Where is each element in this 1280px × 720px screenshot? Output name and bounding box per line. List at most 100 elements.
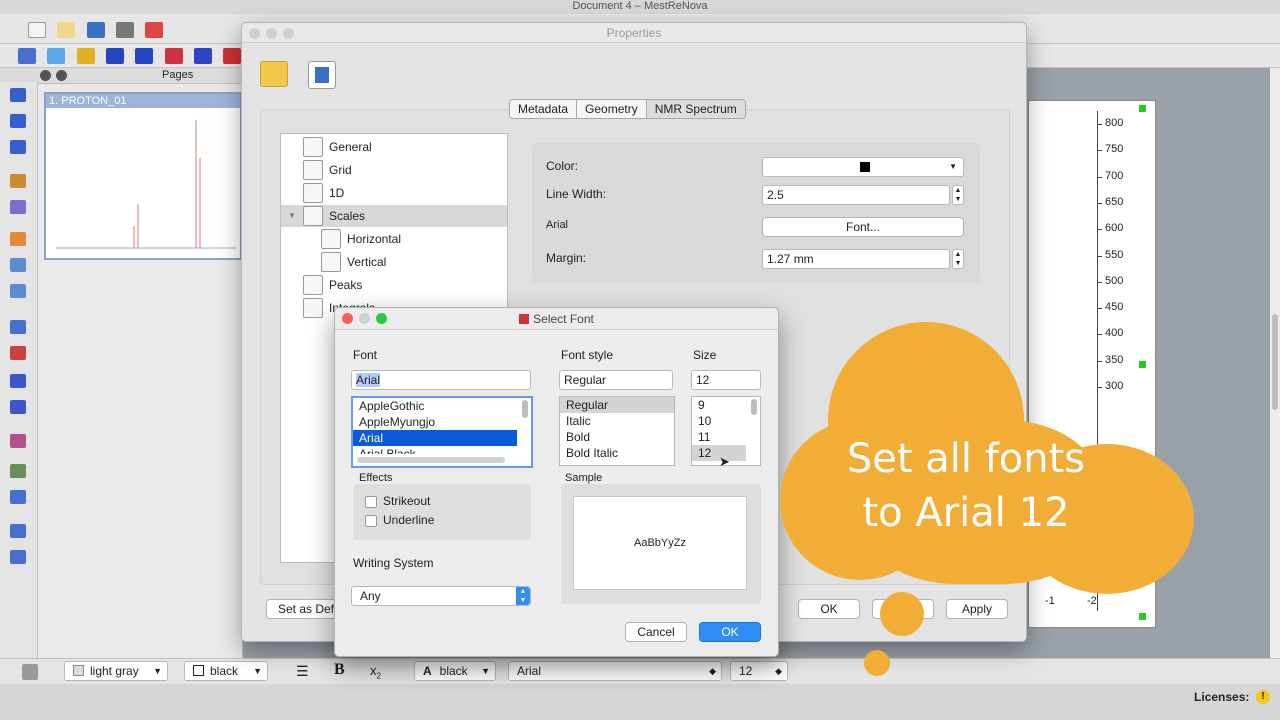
disclosure-triangle-icon[interactable]: ▼ xyxy=(281,205,303,227)
line-width-field[interactable]: 2.5 xyxy=(762,185,950,205)
ok-button[interactable]: OK xyxy=(699,622,761,642)
print-icon[interactable] xyxy=(116,22,135,38)
open-folder-icon[interactable] xyxy=(57,22,76,38)
line-color-select[interactable]: black ▼ xyxy=(184,661,268,681)
list-scrollbar-horizontal[interactable] xyxy=(357,457,505,463)
line-width-stepper[interactable]: ▲ ▼ xyxy=(952,185,964,205)
selection-handle[interactable] xyxy=(1139,105,1146,112)
zoom-window-icon[interactable] xyxy=(376,313,387,324)
chevron-updown-icon: ▲ ▼ xyxy=(516,587,530,605)
color-picker[interactable]: ▼ xyxy=(762,157,964,177)
zoom-window-icon[interactable] xyxy=(283,28,294,39)
warning-icon[interactable]: ! xyxy=(1256,690,1270,704)
chart-icon[interactable] xyxy=(10,232,26,246)
tree-item-scales[interactable]: ▼ Scales xyxy=(281,205,507,227)
spectrum-icon[interactable] xyxy=(10,258,26,272)
margin-field[interactable]: 1.27 mm xyxy=(762,249,950,269)
pointer-icon[interactable] xyxy=(106,48,125,64)
underline-checkbox[interactable] xyxy=(365,515,377,527)
tool-icon[interactable] xyxy=(10,464,26,478)
strikeout-checkbox[interactable] xyxy=(365,496,377,508)
tab-metadata[interactable]: Metadata xyxy=(510,100,578,118)
tree-item-vertical[interactable]: Vertical xyxy=(321,251,386,273)
selection-handle[interactable] xyxy=(1139,613,1146,620)
add-molecule-icon[interactable] xyxy=(223,48,242,64)
minimize-panel-icon[interactable] xyxy=(56,70,67,81)
pointer-tool-icon[interactable] xyxy=(22,664,38,680)
font-list-item[interactable]: Arial Black xyxy=(353,446,531,454)
font-style-item[interactable]: Bold xyxy=(560,429,674,445)
canvas-scrollbar[interactable] xyxy=(1270,68,1280,658)
peak-icon[interactable] xyxy=(10,284,26,298)
font-size-item[interactable]: 9 xyxy=(692,397,760,413)
stack-icon[interactable] xyxy=(10,320,26,334)
tree-item-1d[interactable]: 1D xyxy=(303,182,344,204)
minimize-window-icon[interactable] xyxy=(359,313,370,324)
font-list[interactable]: AppleGothic AppleMyungjo Arial Arial Bla… xyxy=(351,396,533,468)
close-window-icon[interactable] xyxy=(249,28,260,39)
font-style-item[interactable]: Bold Italic xyxy=(560,445,674,461)
tab-nmr-spectrum[interactable]: NMR Spectrum xyxy=(646,100,745,118)
layout-icon[interactable] xyxy=(10,114,26,128)
font-style-input[interactable]: Regular xyxy=(559,370,673,390)
font-size-select[interactable]: 12 ◆ xyxy=(730,661,788,681)
align-icon[interactable] xyxy=(10,140,26,154)
grid-icon[interactable] xyxy=(10,200,26,214)
font-list-item[interactable]: AppleGothic xyxy=(353,398,531,414)
minimize-window-icon[interactable] xyxy=(266,28,277,39)
close-window-icon[interactable] xyxy=(342,313,353,324)
apply-button[interactable]: Apply xyxy=(946,599,1008,619)
divide-icon[interactable] xyxy=(10,400,26,414)
font-style-item[interactable]: Italic xyxy=(560,413,674,429)
hexagon-icon[interactable] xyxy=(194,48,213,64)
fill-color-select[interactable]: light gray ▼ xyxy=(64,661,168,681)
font-button[interactable]: Font... xyxy=(762,217,964,237)
cancel-button[interactable]: Cancel xyxy=(625,622,687,642)
bold-icon[interactable]: B xyxy=(334,661,345,679)
text-color-select[interactable]: Ablack ▼ xyxy=(414,661,496,681)
new-document-icon[interactable] xyxy=(28,22,46,38)
list-icon[interactable] xyxy=(10,88,26,102)
font-list-item[interactable]: Arial xyxy=(353,430,517,446)
multiply-icon[interactable] xyxy=(10,374,26,388)
eraser-icon[interactable] xyxy=(164,48,183,64)
font-size-item[interactable]: 10 xyxy=(692,413,760,429)
selection-handle[interactable] xyxy=(1139,361,1146,368)
font-style-list[interactable]: Regular Italic Bold Bold Italic xyxy=(559,396,675,466)
font-name-select[interactable]: Arial ◆ xyxy=(508,661,722,681)
y-tick-mark xyxy=(1097,387,1102,388)
tree-item-grid[interactable]: Grid xyxy=(303,159,352,181)
tree-item-peaks[interactable]: Peaks xyxy=(303,274,362,296)
ok-button[interactable]: OK xyxy=(798,599,860,619)
open-folder-icon[interactable] xyxy=(260,61,288,87)
font-list-item[interactable]: AppleMyungjo xyxy=(353,414,531,430)
font-style-item[interactable]: Regular xyxy=(560,397,674,413)
font-size-item[interactable]: 11 xyxy=(692,429,760,445)
writing-system-select[interactable]: Any ▲ ▼ xyxy=(351,586,531,606)
export-pdf-icon[interactable] xyxy=(145,22,164,38)
font-size-input[interactable]: 12 xyxy=(691,370,761,390)
zoom-tool-icon[interactable] xyxy=(18,48,36,64)
list-scrollbar[interactable] xyxy=(522,400,528,418)
close-panel-icon[interactable] xyxy=(40,70,51,81)
cross-icon[interactable] xyxy=(10,174,26,188)
font-name-input[interactable]: Arial xyxy=(351,370,531,390)
align-text-icon[interactable]: ☰ xyxy=(296,663,309,680)
report-icon[interactable] xyxy=(10,550,26,564)
page-thumbnail[interactable]: 1. PROTON_01 xyxy=(44,92,242,260)
table-icon[interactable] xyxy=(10,524,26,538)
pan-tool-icon[interactable] xyxy=(47,48,66,64)
measure-icon[interactable] xyxy=(135,48,154,64)
save-icon[interactable] xyxy=(308,61,336,89)
tree-item-general[interactable]: General xyxy=(303,136,372,158)
pencil-icon[interactable] xyxy=(76,48,95,64)
margin-stepper[interactable]: ▲ ▼ xyxy=(952,249,964,269)
bar-icon[interactable] xyxy=(10,346,26,360)
tree-item-horizontal[interactable]: Horizontal xyxy=(321,228,401,250)
arrow-tool-icon[interactable] xyxy=(10,490,26,504)
save-icon[interactable] xyxy=(86,22,105,38)
subscript-icon[interactable]: x2 xyxy=(370,663,381,681)
tab-geometry[interactable]: Geometry xyxy=(577,100,647,118)
list-scrollbar[interactable] xyxy=(751,399,757,415)
molecule-icon[interactable] xyxy=(10,434,26,448)
